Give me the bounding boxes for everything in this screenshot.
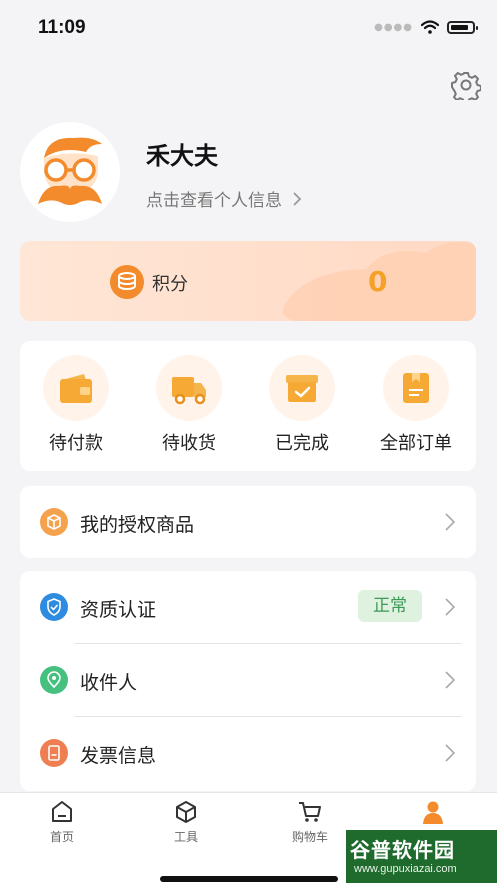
- recipient-row[interactable]: 收件人: [20, 644, 476, 716]
- order-pending-payment[interactable]: 待付款: [26, 355, 126, 455]
- box-check-icon: [286, 375, 318, 402]
- tab-home[interactable]: 首页: [17, 799, 107, 845]
- order-all[interactable]: 全部订单: [366, 355, 466, 455]
- points-card[interactable]: 积分 0: [20, 241, 476, 321]
- chevron-right-icon: [445, 671, 456, 689]
- watermark-url: www.gupuxiazai.com: [354, 863, 457, 875]
- truck-icon: [172, 377, 206, 405]
- authorized-products-card: 我的授权商品: [20, 486, 476, 558]
- watermark-logo: 谷普软件园 www.gupuxiazai.com: [346, 830, 497, 883]
- qualification-label: 资质认证: [80, 599, 157, 621]
- tab-home-label: 首页: [49, 830, 74, 844]
- authorized-products-label: 我的授权商品: [80, 514, 195, 536]
- battery-icon: [447, 20, 478, 34]
- order-pending-delivery[interactable]: 待收货: [139, 355, 239, 455]
- settings-gear-icon[interactable]: [451, 70, 481, 100]
- invoice-label: 发票信息: [80, 745, 157, 767]
- invoice-row[interactable]: 发票信息: [20, 717, 476, 789]
- wifi-icon: [421, 20, 439, 34]
- qualification-row[interactable]: 资质认证 正常: [20, 571, 476, 643]
- status-indicators: ●●●●: [374, 20, 478, 34]
- tab-cart[interactable]: 购物车: [265, 799, 355, 845]
- chevron-right-icon: [445, 598, 456, 616]
- recipient-label: 收件人: [80, 672, 138, 694]
- order-completed[interactable]: 已完成: [252, 355, 352, 455]
- order-pending-delivery-label: 待收货: [162, 433, 216, 454]
- signal-dots-icon: ●●●●: [374, 21, 413, 33]
- watermark-title: 谷普软件园: [350, 838, 455, 862]
- wallet-icon: [60, 374, 92, 403]
- view-profile-link[interactable]: 点击查看个人信息: [146, 186, 302, 211]
- avatar[interactable]: [20, 122, 120, 222]
- cube-outline-icon: [176, 801, 196, 823]
- authorized-products-row[interactable]: 我的授权商品: [20, 486, 476, 558]
- status-time: 11:09: [38, 17, 86, 38]
- chevron-right-icon: [445, 744, 456, 762]
- points-label: 积分: [152, 274, 188, 295]
- coin-stack-icon: [110, 265, 144, 299]
- order-completed-label: 已完成: [275, 433, 329, 454]
- chevron-right-icon: [293, 191, 302, 206]
- person-icon: [423, 801, 443, 824]
- chevron-right-icon: [445, 513, 456, 531]
- tab-tools-label: 工具: [173, 830, 198, 844]
- location-pin-icon: [40, 666, 68, 694]
- tab-tools[interactable]: 工具: [141, 799, 231, 845]
- home-icon: [52, 801, 72, 822]
- points-value: 0: [368, 265, 388, 298]
- orders-card: 待付款 待收货 已完成 全部订单: [20, 341, 476, 471]
- status-badge: 正常: [358, 590, 422, 622]
- home-indicator: [160, 876, 338, 882]
- invoice-icon: [40, 739, 68, 767]
- view-profile-label: 点击查看个人信息: [146, 191, 282, 211]
- package-icon: [403, 373, 429, 403]
- cube-icon: [40, 508, 68, 536]
- tab-cart-label: 购物车: [291, 830, 328, 844]
- settings-menu-card: 资质认证 正常 收件人 发票信息: [20, 571, 476, 791]
- user-name: 禾大夫: [146, 142, 218, 170]
- status-bar: 11:09 ●●●●: [0, 0, 497, 60]
- cart-icon: [299, 802, 321, 822]
- doctor-avatar-icon: [38, 137, 102, 205]
- shield-check-icon: [40, 593, 68, 621]
- order-all-label: 全部订单: [380, 433, 452, 454]
- order-pending-payment-label: 待付款: [49, 433, 103, 454]
